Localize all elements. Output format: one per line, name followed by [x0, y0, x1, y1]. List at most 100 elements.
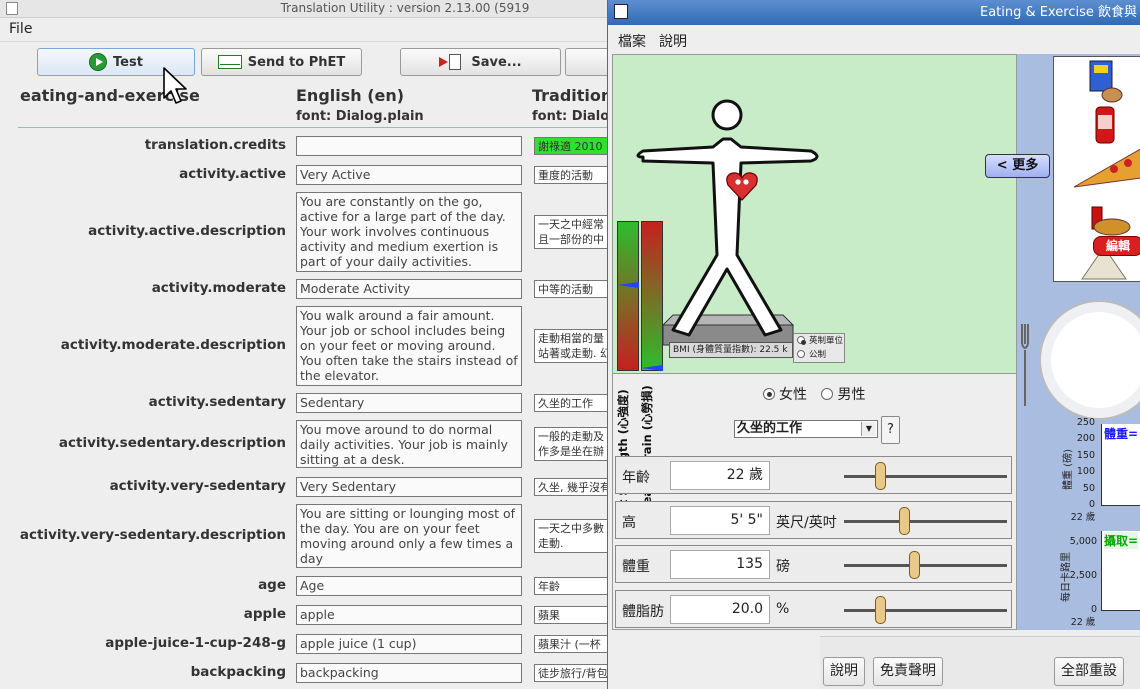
strain-marker-icon [641, 365, 663, 371]
more-button[interactable]: < 更多 [985, 154, 1050, 178]
slider-track[interactable] [844, 520, 1007, 523]
slider-track[interactable] [844, 564, 1007, 567]
ee-title-bar: Eating & Exercise 飲食與 [608, 0, 1140, 25]
translation-key: activity.very-sedentary [109, 478, 286, 494]
weight-tick-label: 200 [1076, 433, 1095, 445]
parameter-unit: % [776, 601, 790, 617]
weight-tick-label: 250 [1076, 417, 1095, 428]
heart-strain-vertical-label: Heart Strain (心勞損) [640, 385, 654, 514]
slider-thumb[interactable] [899, 507, 911, 535]
save-icon [439, 54, 465, 70]
plate [1039, 300, 1140, 420]
chevron-down-icon: ▼ [861, 422, 876, 436]
target-font-label: font: Dialo [532, 109, 610, 124]
envelope-icon [217, 55, 242, 69]
parameter-label: 高 [622, 515, 636, 531]
save-button[interactable]: Save... [400, 48, 561, 76]
edit-button[interactable]: 編輯 [1093, 236, 1140, 256]
bmi-readout: BMI (身體質量指數): 22.5 k [669, 342, 793, 358]
table-row: activity.moderate.description You walk ar… [0, 306, 624, 386]
parameter-row: 體脂肪 20.0% [615, 590, 1012, 628]
send-to-phet-button[interactable]: Send to PhET [201, 48, 362, 76]
play-area: Heart Strength (心強度) BMI (身體質量指數): 22.5 … [612, 54, 1017, 537]
java-app-icon [614, 4, 628, 19]
help-button[interactable]: 說明 [823, 657, 865, 686]
table-header: eating-and-exercise English (en) font: D… [18, 84, 618, 128]
parameter-value-field[interactable]: 5' 5" [670, 506, 770, 535]
tu-title-text: Translation Utility : version 2.13.00 (5… [280, 1, 530, 15]
units-metric-option[interactable]: 公制 [797, 348, 844, 362]
slider-thumb[interactable] [874, 462, 886, 490]
radio-icon [763, 388, 775, 400]
parameter-value-field[interactable]: 20.0 [670, 595, 770, 624]
heart-icon [726, 172, 758, 201]
table-row: backpacking backpacking 徒步旅行/背包 [0, 663, 624, 683]
slider-thumb[interactable] [909, 551, 921, 579]
english-value: You walk around a fair amount. Your job … [296, 306, 522, 386]
translation-key: backpacking [190, 664, 286, 680]
gender-female-option[interactable]: 女性 [763, 387, 807, 403]
calorie-axis-label: 每日卡路里 [1061, 552, 1072, 602]
parameter-value-field[interactable]: 135 [670, 550, 770, 579]
table-row: activity.sedentary Sedentary 久坐的工作 [0, 393, 624, 413]
menu-help-zh[interactable]: 說明 [659, 31, 687, 51]
english-value: You move around to do normal daily activ… [296, 420, 522, 468]
parameter-value-field[interactable]: 22 歲 [670, 461, 770, 490]
disclaimer-button[interactable]: 免責聲明 [873, 657, 943, 686]
calorie-tick-label: 5,000 [1069, 536, 1097, 547]
eating-exercise-window: Eating & Exercise 飲食與 檔案 說明 Heart Streng… [607, 0, 1140, 689]
target-header: Tradition [532, 86, 613, 105]
english-value: apple juice (1 cup) [296, 634, 522, 654]
radio-icon [797, 336, 806, 345]
gender-selector: 女性 男性 [763, 384, 865, 404]
english-value: Very Active [296, 165, 522, 185]
calorie-graph-title: 攝取= [1104, 532, 1139, 549]
human-figure [636, 99, 819, 346]
english-value: backpacking [296, 663, 522, 683]
translation-key: activity.moderate.description [60, 337, 286, 353]
table-row: activity.active.description You are const… [0, 192, 624, 272]
translation-key: activity.sedentary.description [58, 435, 286, 451]
table-row: activity.moderate Moderate Activity 中等的活動 [0, 279, 624, 299]
english-font-label: font: Dialog.plain [296, 109, 424, 124]
table-row: activity.active Very Active 重度的活動 [0, 165, 624, 185]
translation-key: translation.credits [144, 137, 286, 153]
english-value: apple [296, 605, 522, 625]
menu-file[interactable]: File [9, 21, 32, 37]
english-value: You are sitting or lounging most of the … [296, 504, 522, 568]
table-row: age Age 年齡 [0, 576, 624, 596]
weight-graph: 體重= [1101, 424, 1140, 506]
english-value: Sedentary [296, 393, 522, 413]
translation-key: activity.active.description [88, 223, 286, 239]
menu-file-zh[interactable]: 檔案 [618, 31, 646, 51]
parameter-label: 年齡 [622, 470, 650, 486]
weight-axis-label: 體重 (磅) [1063, 449, 1074, 490]
units-english-option[interactable]: 英制單位 [797, 334, 844, 348]
translation-key: activity.active [179, 166, 286, 182]
english-header: English (en) [296, 86, 405, 105]
radio-icon [797, 350, 805, 358]
parameter-unit: 磅 [776, 559, 790, 575]
weight-x-label: 22 歲 [1070, 512, 1096, 523]
table-row: apple-juice-1-cup-248-g apple juice (1 cu… [0, 634, 624, 654]
table-row: activity.very-sedentary.description You a… [0, 504, 624, 568]
weight-graph-title: 體重= [1104, 427, 1139, 441]
translation-key: activity.moderate [151, 280, 286, 296]
ee-menubar: 檔案 說明 [608, 25, 1140, 53]
ee-title-text: Eating & Exercise 飲食與 [979, 5, 1137, 20]
translation-key: apple-juice-1-cup-248-g [105, 635, 286, 651]
slider-track[interactable] [844, 475, 1007, 478]
gender-male-option[interactable]: 男性 [821, 387, 865, 403]
mouse-cursor-icon [163, 67, 187, 104]
slider-thumb[interactable] [874, 596, 886, 624]
reset-all-button[interactable]: 全部重設 [1054, 657, 1124, 686]
activity-help-button[interactable]: ? [881, 416, 900, 444]
parameter-row: 體重 135 磅 [615, 545, 1012, 583]
calorie-x-label: 22 歲 [1070, 617, 1096, 628]
slider-track[interactable] [844, 609, 1007, 612]
activity-dropdown[interactable]: 久坐的工作 ▼ [734, 420, 878, 438]
app-icon [6, 2, 18, 15]
parameter-label: 體重 [622, 559, 650, 575]
table-row: apple apple 蘋果 [0, 605, 624, 625]
translation-key: activity.sedentary [148, 394, 286, 410]
